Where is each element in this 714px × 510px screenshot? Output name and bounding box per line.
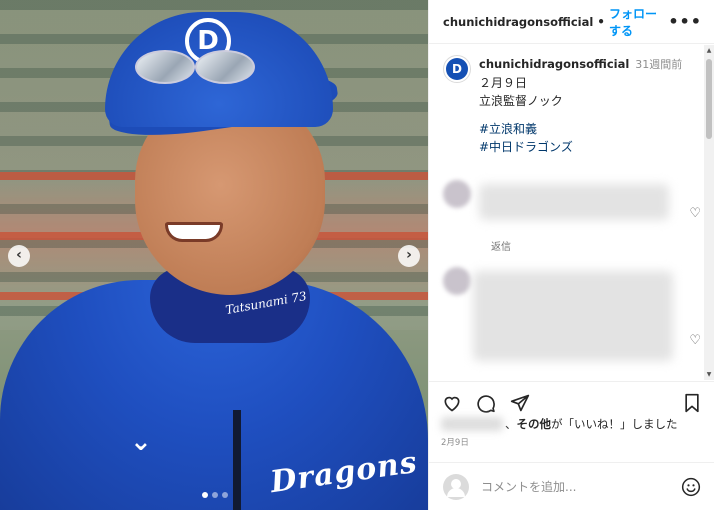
comment-icon[interactable] — [475, 392, 497, 414]
post-photo[interactable]: Tatsunami 73 D ⌄ Dragons ‹ › — [0, 0, 428, 510]
list-item: ♡ 返信 — [443, 180, 703, 253]
jacket-brand-logo: ⌄ — [130, 427, 152, 457]
caption-username[interactable]: chunichidragonsofficial — [479, 57, 629, 71]
reply-button[interactable]: 返信 — [491, 238, 511, 253]
sunglasses-lens — [195, 50, 255, 84]
post-date[interactable]: 2月9日 — [441, 436, 469, 448]
comment-input[interactable]: コメントを追加... — [481, 478, 576, 495]
avatar[interactable] — [443, 267, 471, 295]
comment-like-icon[interactable]: ♡ — [689, 206, 701, 221]
comments-scroll-area[interactable]: D chunichidragonsofficial 31週間前 ２月９日 立浪監督… — [429, 45, 714, 380]
caption-line: 立浪監督ノック — [479, 94, 563, 108]
avatar — [443, 473, 469, 500]
likes-summary: 、 その他 が「いいね！」しました — [441, 416, 678, 432]
emoji-icon[interactable] — [681, 477, 701, 497]
list-item: ♡ — [443, 267, 703, 377]
post-header: chunichidragonsofficial • フォローする ••• — [429, 0, 714, 44]
post-side-panel: chunichidragonsofficial • フォローする ••• D c… — [428, 0, 714, 510]
carousel-dot — [202, 492, 208, 498]
bookmark-icon[interactable] — [681, 392, 703, 414]
comment-like-icon[interactable]: ♡ — [689, 333, 701, 348]
jacket-zipper — [233, 410, 241, 510]
more-options-icon[interactable]: ••• — [668, 12, 702, 31]
scroll-up-icon[interactable]: ▲ — [705, 47, 713, 54]
sunglasses-lens — [135, 50, 195, 84]
dragons-logo-icon: D — [446, 58, 468, 80]
scrollbar[interactable]: ▲ ▼ — [704, 45, 714, 380]
caption: D chunichidragonsofficial 31週間前 ２月９日 立浪監督… — [429, 45, 714, 156]
comment-composer: コメントを追加... — [429, 462, 714, 510]
player-smile — [165, 222, 223, 242]
blurred-username[interactable] — [441, 417, 503, 431]
avatar[interactable] — [443, 180, 471, 208]
likes-separator: 、 — [505, 417, 517, 431]
header-separator: • — [597, 14, 605, 29]
carousel-prev-button[interactable]: ‹ — [8, 245, 30, 267]
carousel-indicator — [202, 492, 228, 498]
caption-line: ２月９日 — [479, 76, 528, 90]
avatar[interactable]: D — [443, 55, 471, 83]
likes-suffix: が「いいね！」しました — [551, 417, 678, 431]
heart-icon[interactable] — [441, 392, 463, 414]
blurred-comment — [479, 184, 669, 220]
hashtag-link[interactable]: #立浪和義 — [479, 120, 682, 138]
caption-body: chunichidragonsofficial 31週間前 ２月９日 立浪監督ノッ… — [479, 55, 682, 156]
carousel-next-button[interactable]: › — [398, 245, 420, 267]
follow-button[interactable]: フォローする — [609, 5, 668, 39]
caption-timestamp[interactable]: 31週間前 — [635, 58, 682, 71]
scroll-down-icon[interactable]: ▼ — [705, 371, 713, 378]
header-username[interactable]: chunichidragonsofficial — [443, 15, 593, 29]
hashtag-link[interactable]: #中日ドラゴンズ — [479, 138, 682, 156]
carousel-dot — [222, 492, 228, 498]
carousel-dot — [212, 492, 218, 498]
scrollbar-thumb[interactable] — [706, 59, 712, 139]
blurred-comment — [473, 271, 673, 361]
likes-others-link[interactable]: その他 — [517, 416, 552, 432]
share-icon[interactable] — [509, 392, 531, 414]
